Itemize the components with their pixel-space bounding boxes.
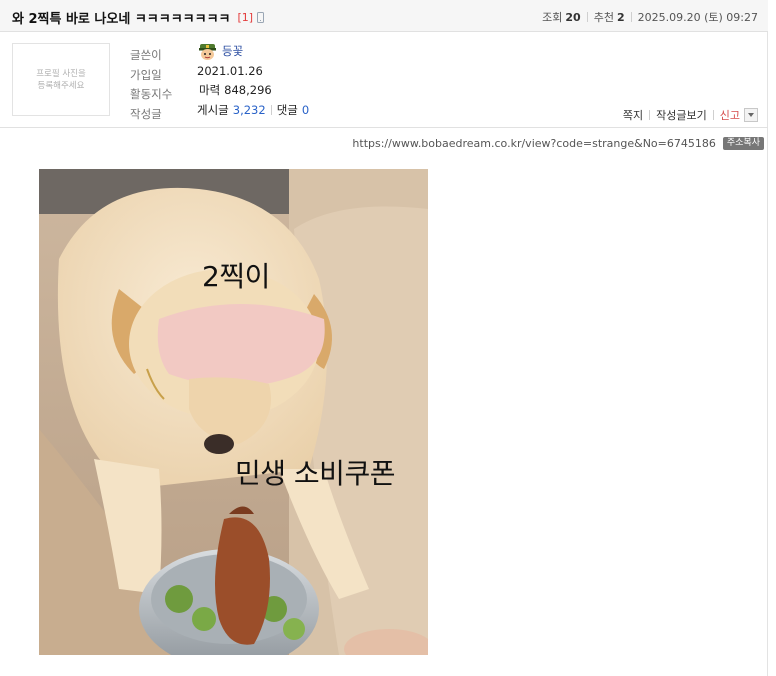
post-count-label: 게시글: [197, 102, 229, 117]
author-nickname[interactable]: 등꽃: [222, 42, 243, 62]
posts-label: 작성글: [130, 106, 162, 121]
power-label: 마력: [199, 83, 221, 97]
view-posts-button[interactable]: 작성글보기: [656, 107, 707, 123]
url-row: https://www.bobaedream.co.kr/view?code=s…: [352, 137, 764, 150]
image-caption-top: 2찍이: [202, 260, 270, 293]
profile-labels: 글쓴이 가입일 활동지수 작성글: [130, 46, 172, 124]
comment-total[interactable]: 0: [302, 101, 309, 121]
photo-placeholder-line2: 등록해주세요: [37, 80, 85, 91]
image-caption-bottom: 민생 소비쿠폰: [235, 457, 395, 490]
author-profile: 프로필 사진을 등록해주세요 글쓴이 가입일 활동지수 작성글 등꽃 2021.…: [0, 33, 768, 128]
more-dropdown-button[interactable]: [744, 108, 758, 122]
post-title: 와 2찍특 바로 나오네 ㅋㅋㅋㅋㅋㅋㅋㅋ: [12, 12, 231, 27]
author-row[interactable]: 등꽃: [197, 42, 309, 62]
views-label: 조회: [542, 11, 563, 24]
divider: [649, 110, 651, 120]
post-meta: 조회 20 추천 2 2025.09.20 (토) 09:27: [542, 9, 758, 25]
divider: [712, 110, 714, 120]
mobile-icon: [257, 12, 265, 23]
joined-date: 2021.01.26: [197, 63, 263, 78]
recommend-count: 2: [616, 10, 625, 24]
divider: [630, 12, 632, 22]
profile-values: 등꽃 2021.01.26 마력 848,296 게시글 3,232 댓글 0: [197, 42, 309, 120]
power-value: 848,296: [224, 83, 272, 97]
post-image: 2찍이 민생 소비쿠폰: [39, 169, 428, 655]
message-button[interactable]: 쪽지: [623, 107, 643, 123]
comment-count-label: 댓글: [276, 102, 298, 117]
post-count[interactable]: 3,232: [233, 101, 266, 121]
post-date: 2025.09.20 (토) 09:27: [637, 11, 758, 24]
joined-label: 가입일: [130, 67, 162, 82]
dog-photo: [39, 169, 428, 655]
activity-label: 활동지수: [130, 87, 173, 101]
post-view: 와 2찍특 바로 나오네 ㅋㅋㅋㅋㅋㅋㅋㅋ [1] 조회 20 추천 2 202…: [0, 0, 776, 676]
divider: [270, 105, 272, 116]
divider: [586, 12, 588, 22]
post-url: https://www.bobaedream.co.kr/view?code=s…: [352, 137, 716, 150]
profile-photo-placeholder: 프로필 사진을 등록해주세요: [12, 43, 110, 116]
views-count: 20: [565, 10, 581, 24]
comment-count[interactable]: [1]: [238, 11, 254, 24]
report-button[interactable]: 신고: [720, 107, 740, 123]
photo-placeholder-line1: 프로필 사진을: [36, 68, 86, 79]
copy-url-button[interactable]: 주소복사: [722, 137, 764, 150]
title-group: 와 2찍특 바로 나오네 ㅋㅋㅋㅋㅋㅋㅋㅋ [1]: [12, 8, 265, 27]
chevron-down-icon: [748, 113, 754, 117]
posts-row: 게시글 3,232 댓글 0: [197, 101, 309, 121]
author-label: 글쓴이: [130, 48, 162, 62]
recommend-label: 추천: [593, 11, 614, 24]
post-header: 와 2찍특 바로 나오네 ㅋㅋㅋㅋㅋㅋㅋㅋ [1] 조회 20 추천 2 202…: [0, 0, 768, 32]
profile-actions: 쪽지 작성글보기 신고: [623, 107, 758, 123]
soldier-level-icon: [199, 43, 216, 60]
activity-row: 마력 848,296: [197, 81, 309, 101]
